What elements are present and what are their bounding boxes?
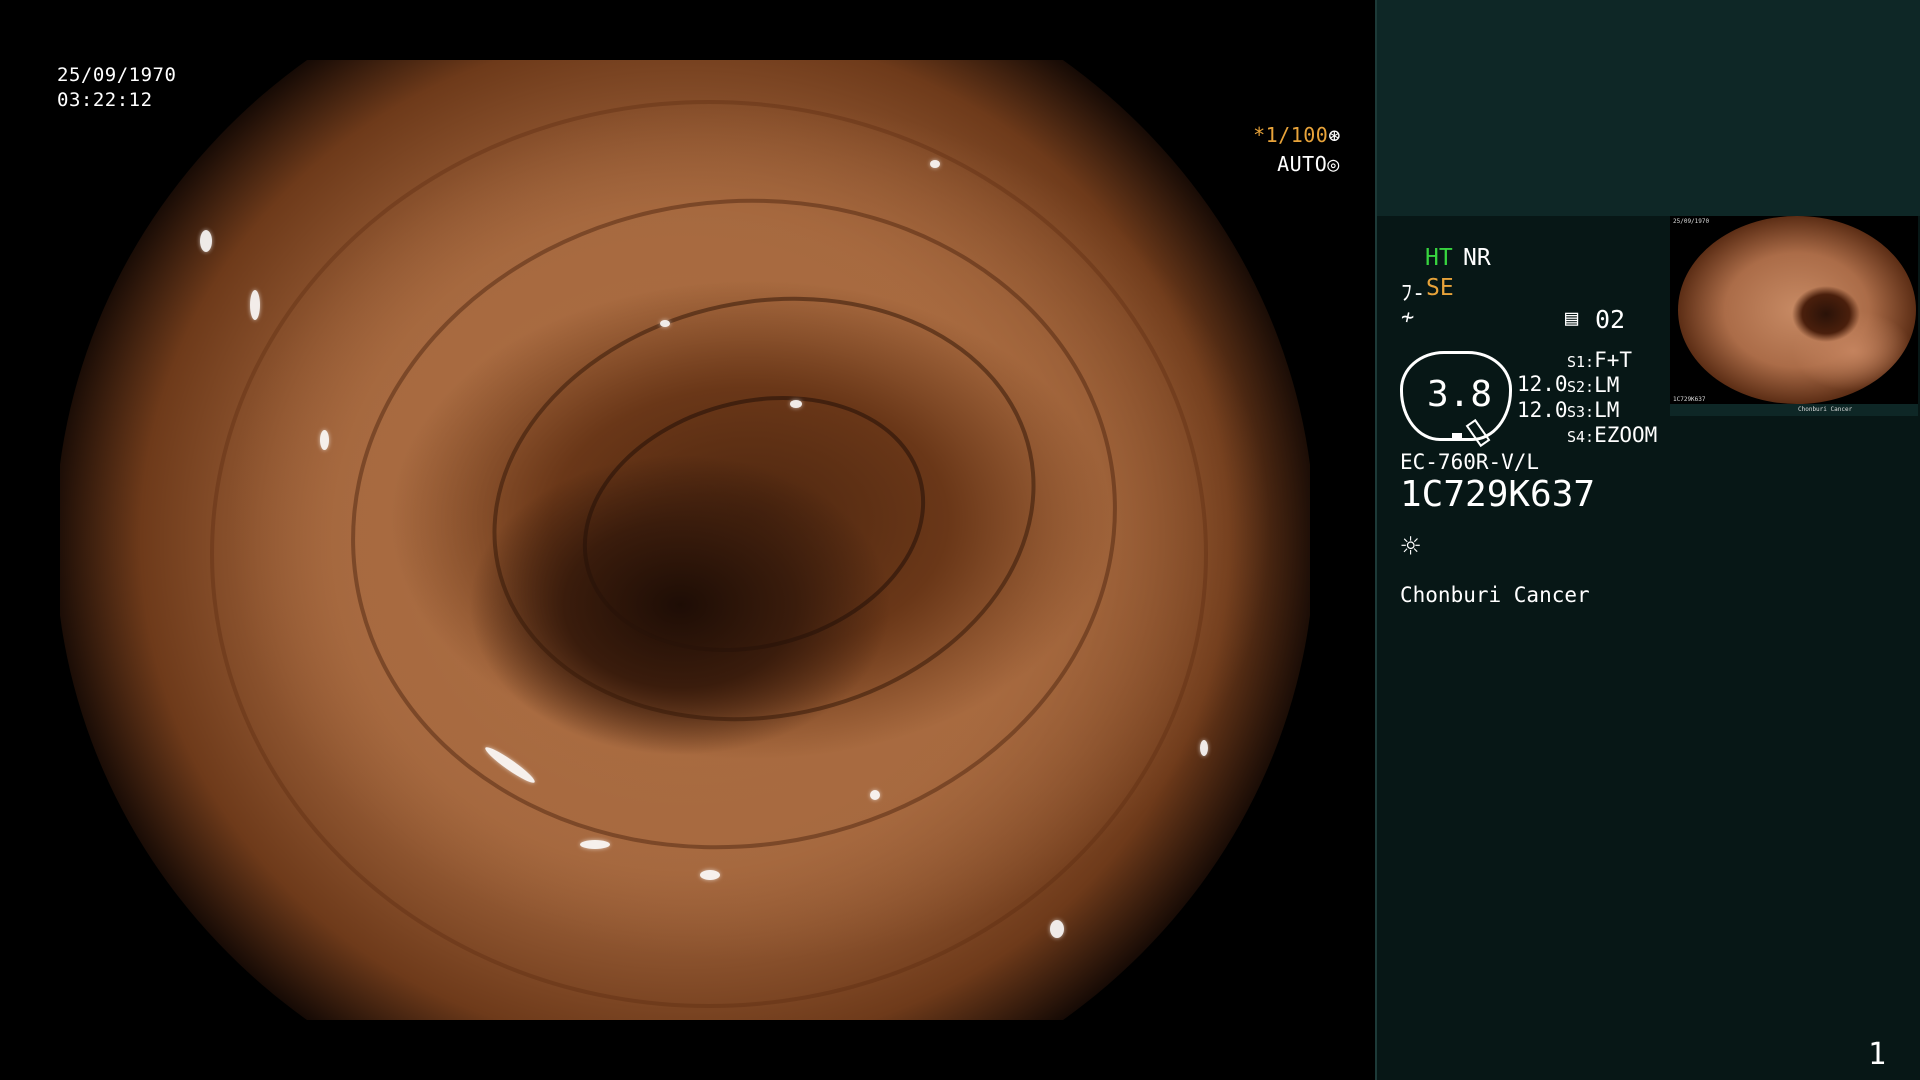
exam-date: 25/09/1970 xyxy=(57,64,177,86)
specular-highlight xyxy=(200,230,212,252)
switch-row-s1: S1:F+T xyxy=(1567,348,1632,372)
iris-mode-label: AUTO xyxy=(1277,152,1328,176)
memo-number: 02 xyxy=(1595,305,1626,334)
scope-icon: ﾌ- xyxy=(1401,281,1426,306)
thumbnail-image xyxy=(1678,216,1916,404)
thumbnail-hospital: Chonburi Cancer xyxy=(1798,406,1853,413)
switch-row-s3: S3:LM xyxy=(1567,398,1619,422)
switch-value: LM xyxy=(1594,373,1620,397)
switch-value: F+T xyxy=(1594,348,1633,372)
image-counter: 1 xyxy=(1868,1037,1887,1072)
thumbnail-date: 25/09/1970 xyxy=(1673,218,1710,225)
switch-key: S3: xyxy=(1567,403,1595,421)
switch-key: S4: xyxy=(1567,428,1595,446)
switch-key: S2: xyxy=(1567,378,1595,396)
panel-header-area xyxy=(1375,0,1920,216)
switch-key: S1: xyxy=(1567,353,1595,371)
memo-icon: ▤ xyxy=(1565,306,1579,331)
switch-row-s4: S4:EZOOM xyxy=(1567,423,1657,447)
specular-highlight xyxy=(790,400,802,408)
scope-serial: 1C729K637 xyxy=(1400,474,1596,515)
captured-image-thumbnail[interactable]: 25/09/1970 1C729K637 Chonburi Cancer xyxy=(1670,216,1918,416)
exam-time: 03:22:12 xyxy=(57,89,153,111)
specular-highlight xyxy=(870,790,880,800)
specular-highlight xyxy=(660,320,670,327)
iris-mode: AUTO◎ xyxy=(1252,128,1340,176)
specular-highlight xyxy=(700,870,720,880)
endoscope-view xyxy=(60,60,1310,1020)
ht-indicator: HT xyxy=(1425,245,1453,271)
switch-value: EZOOM xyxy=(1594,423,1658,447)
setting-value-2: 12.0 xyxy=(1517,398,1568,422)
specular-highlight xyxy=(250,290,260,320)
iris-icon: ◎ xyxy=(1327,152,1340,176)
scope-model: EC-760R-V/L xyxy=(1400,450,1540,474)
switch-value: LM xyxy=(1594,398,1620,422)
hospital-name: Chonburi Cancer xyxy=(1400,583,1590,607)
setting-value-1: 12.0 xyxy=(1517,372,1568,396)
flash-icon: ≁ xyxy=(1401,305,1415,330)
specular-highlight xyxy=(580,840,610,849)
specular-highlight xyxy=(930,160,940,168)
thumbnail-serial: 1C729K637 xyxy=(1673,396,1706,403)
switch-row-s2: S2:LM xyxy=(1567,373,1619,397)
dial-value: 3.8 xyxy=(1427,374,1493,415)
se-indicator: SE xyxy=(1426,275,1454,301)
specular-highlight xyxy=(1200,740,1208,756)
nr-indicator: NR xyxy=(1463,245,1491,271)
specular-highlight xyxy=(320,430,329,450)
specular-highlight xyxy=(1050,920,1064,938)
thumbnail-footer xyxy=(1670,404,1918,416)
dial-marker xyxy=(1452,433,1462,439)
light-source-icon: ☼ xyxy=(1401,527,1421,565)
